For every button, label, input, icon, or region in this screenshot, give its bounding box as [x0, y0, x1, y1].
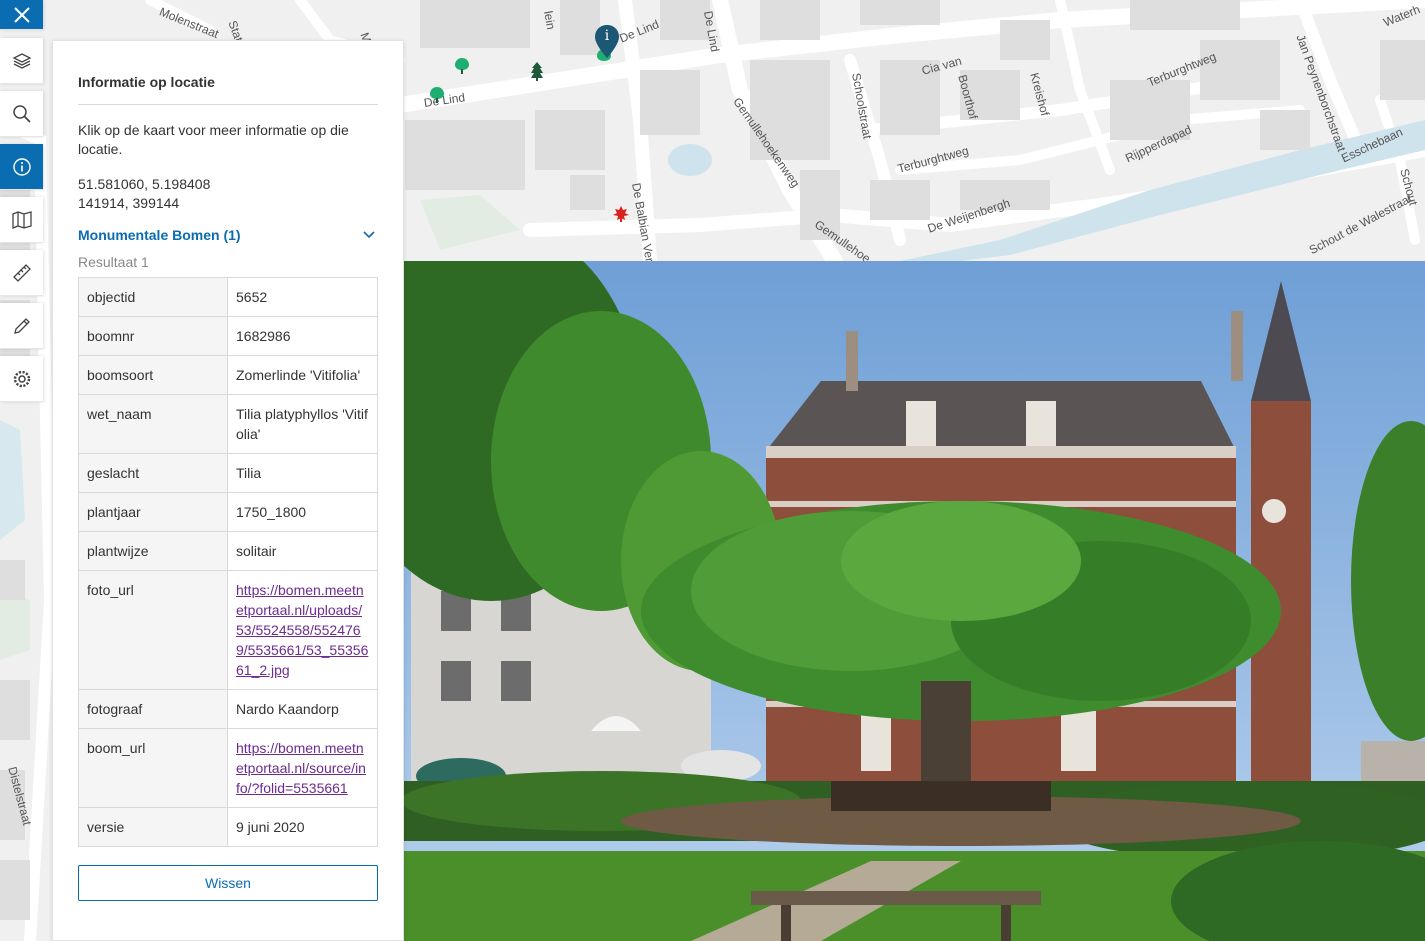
attribute-key: geslacht [78, 453, 228, 493]
attribute-key: wet_naam [78, 394, 228, 454]
tree-photo-image [401, 261, 1425, 941]
gear-icon [13, 370, 30, 387]
pencil-icon [13, 317, 30, 334]
coordinates-rd: 141914, 399144 [78, 195, 180, 211]
info-panel: Informatie op locatie Klik op de kaart v… [52, 40, 404, 941]
close-icon [13, 6, 30, 23]
attribute-key: foto_url [78, 570, 228, 690]
attribute-key: boomnr [78, 316, 228, 356]
table-row: geslacht Tilia [78, 453, 378, 493]
table-row: boom_url https://bomen.meetnetportaal.nl/… [78, 728, 378, 808]
info-panel-content: Informatie op locatie Klik op de kaart v… [63, 41, 393, 940]
layers-icon [12, 52, 31, 69]
attribute-link[interactable]: https://bomen.meetnetportaal.nl/source/i… [236, 740, 366, 796]
search-button[interactable] [0, 91, 43, 137]
section-header-monumentale-bomen[interactable]: Monumentale Bomen (1) [78, 227, 378, 243]
attribute-value: 5652 [227, 277, 378, 317]
coordinates-wgs84: 51.581060, 5.198408 [78, 176, 211, 192]
attribute-value: https://bomen.meetnetportaal.nl/source/i… [227, 728, 378, 808]
attribute-value: Nardo Kaandorp [227, 689, 378, 729]
attribute-key: boom_url [78, 728, 228, 808]
attribute-value: 9 juni 2020 [227, 807, 378, 847]
attribute-value: 1750_1800 [227, 492, 378, 532]
search-icon [12, 104, 31, 123]
table-row: fotograaf Nardo Kaandorp [78, 689, 378, 729]
attribute-link[interactable]: https://bomen.meetnetportaal.nl/uploads/… [236, 582, 368, 678]
map-button[interactable] [0, 197, 43, 243]
chevron-down-icon [363, 231, 375, 239]
panel-intro-text: Klik op de kaart voor meer informatie op… [78, 122, 349, 157]
attribute-value: 1682986 [227, 316, 378, 356]
clear-button[interactable]: Wissen [78, 865, 378, 901]
conifer-marker-icon[interactable] [530, 61, 544, 81]
section-title: Monumentale Bomen (1) [78, 227, 241, 243]
tree-marker-icon[interactable] [429, 86, 445, 104]
attribute-key: objectid [78, 277, 228, 317]
table-row: objectid 5652 [78, 277, 378, 317]
table-row: boomsoort Zomerlinde 'Vitifolia' [78, 355, 378, 395]
tree-marker-icon[interactable] [454, 57, 470, 75]
tree-photo [401, 261, 1425, 941]
table-row: plantwijze solitair [78, 531, 378, 571]
maple-marker-icon[interactable] [612, 205, 630, 223]
ruler-icon [12, 263, 31, 282]
close-button[interactable] [0, 0, 43, 30]
layers-button[interactable] [0, 38, 43, 84]
coordinates: 51.581060, 5.198408 141914, 399144 [78, 175, 378, 213]
info-icon [12, 157, 31, 176]
table-row: plantjaar 1750_1800 [78, 492, 378, 532]
attribute-key: boomsoort [78, 355, 228, 395]
measure-button[interactable] [0, 250, 43, 296]
attribute-table: objectid 5652 boomnr 1682986 boomsoort Zomerl… [78, 277, 378, 847]
draw-button[interactable] [0, 303, 43, 349]
location-marker-label: i [604, 28, 610, 44]
attribute-value: Zomerlinde 'Vitifolia' [227, 355, 378, 395]
map-icon [11, 210, 32, 229]
table-row: foto_url https://bomen.meetnetportaal.nl/… [78, 570, 378, 690]
settings-button[interactable] [0, 356, 43, 402]
attribute-key: plantjaar [78, 492, 228, 532]
result-label: Resultaat 1 [78, 254, 149, 270]
street-label: lein [541, 9, 559, 31]
attribute-key: plantwijze [78, 531, 228, 571]
attribute-value: Tilia platyphyllos 'Vitifolia' [227, 394, 378, 454]
table-row: boomnr 1682986 [78, 316, 378, 356]
attribute-value: https://bomen.meetnetportaal.nl/uploads/… [227, 570, 378, 690]
info-button[interactable] [0, 144, 43, 190]
panel-title: Informatie op locatie [78, 41, 378, 105]
table-row: wet_naam Tilia platyphyllos 'Vitifolia' [78, 394, 378, 454]
attribute-key: fotograaf [78, 689, 228, 729]
attribute-value: solitair [227, 531, 378, 571]
attribute-key: versie [78, 807, 228, 847]
attribute-value: Tilia [227, 453, 378, 493]
location-marker[interactable]: i [594, 24, 620, 60]
table-row: versie 9 juni 2020 [78, 807, 378, 847]
